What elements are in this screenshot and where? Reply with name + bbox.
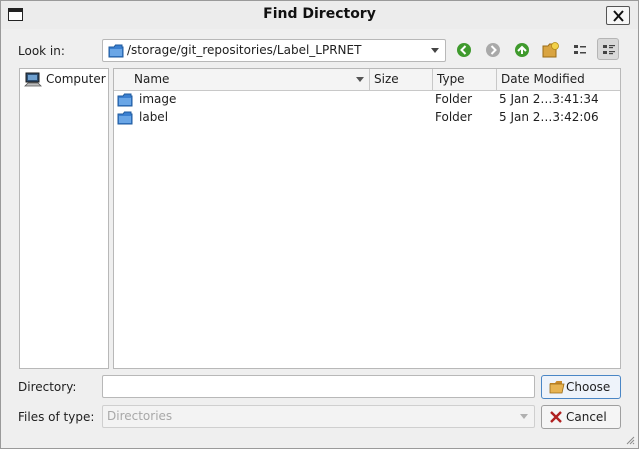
close-button[interactable] bbox=[606, 6, 630, 25]
files-of-type-value: Directories bbox=[107, 409, 173, 423]
folder-icon bbox=[117, 93, 133, 107]
sidebar-item-label: Computer bbox=[46, 72, 106, 86]
file-type: Folder bbox=[435, 92, 473, 106]
chevron-down-icon bbox=[520, 414, 528, 419]
directory-input[interactable] bbox=[102, 375, 535, 398]
column-header-label: Size bbox=[374, 72, 399, 86]
cancel-icon bbox=[550, 411, 562, 423]
look-in-path: /storage/git_repositories/Label_LPRNET bbox=[127, 43, 362, 57]
list-view-icon bbox=[574, 45, 586, 54]
folder-icon bbox=[108, 44, 124, 58]
computer-icon bbox=[24, 72, 42, 87]
back-icon bbox=[457, 43, 471, 57]
choose-button[interactable]: Choose bbox=[541, 375, 621, 399]
detail-view-icon bbox=[603, 45, 615, 55]
detail-view-button[interactable] bbox=[597, 38, 619, 60]
list-view-button[interactable] bbox=[569, 39, 591, 61]
column-header-type[interactable]: Type bbox=[433, 69, 497, 90]
choose-button-label: Choose bbox=[566, 380, 611, 394]
column-header-date-modified[interactable]: Date Modified bbox=[497, 69, 620, 90]
sidebar-item-computer[interactable]: Computer bbox=[22, 71, 108, 89]
file-date-modified: 5 Jan 2…3:42:06 bbox=[499, 110, 599, 124]
new-folder-icon bbox=[542, 42, 559, 58]
look-in-label: Look in: bbox=[18, 44, 65, 58]
file-name: image bbox=[139, 92, 177, 106]
files-of-type-label: Files of type: bbox=[18, 410, 95, 424]
close-icon bbox=[613, 10, 624, 22]
look-in-combo[interactable]: /storage/git_repositories/Label_LPRNET bbox=[102, 39, 446, 62]
folder-icon bbox=[117, 111, 133, 125]
column-header-label: Type bbox=[437, 72, 465, 86]
forward-icon bbox=[486, 43, 500, 57]
file-list-header: Name Size Type Date Modified bbox=[114, 69, 620, 91]
dialog-title: Find Directory bbox=[263, 6, 376, 22]
file-name: label bbox=[139, 110, 169, 124]
column-header-size[interactable]: Size bbox=[370, 69, 433, 90]
file-type: Folder bbox=[435, 110, 473, 124]
new-folder-button[interactable] bbox=[540, 39, 562, 61]
column-header-label: Name bbox=[134, 72, 170, 86]
forward-button[interactable] bbox=[482, 39, 504, 61]
open-folder-icon bbox=[549, 381, 565, 394]
file-date-modified: 5 Jan 2…3:41:34 bbox=[499, 92, 599, 106]
parent-directory-icon bbox=[515, 43, 529, 57]
table-row[interactable]: image Folder 5 Jan 2…3:41:34 bbox=[114, 91, 620, 109]
cancel-button-label: Cancel bbox=[566, 410, 607, 424]
resize-grip-icon[interactable] bbox=[625, 435, 635, 445]
cancel-button[interactable]: Cancel bbox=[541, 405, 621, 429]
files-of-type-combo: Directories bbox=[102, 405, 535, 428]
places-sidebar: Computer bbox=[19, 68, 109, 369]
file-list: Name Size Type Date Modified image Folde… bbox=[113, 68, 621, 369]
column-header-name[interactable]: Name bbox=[114, 69, 370, 90]
table-row[interactable]: label Folder 5 Jan 2…3:42:06 bbox=[114, 109, 620, 127]
parent-directory-button[interactable] bbox=[511, 39, 533, 61]
chevron-down-icon bbox=[431, 48, 439, 53]
column-header-label: Date Modified bbox=[501, 72, 585, 86]
title-bar: Find Directory bbox=[1, 1, 638, 29]
back-button[interactable] bbox=[453, 39, 475, 61]
find-directory-dialog: Find Directory Look in: /storage/git_rep… bbox=[0, 0, 639, 449]
sort-descending-icon bbox=[356, 77, 364, 82]
directory-label: Directory: bbox=[18, 380, 77, 394]
